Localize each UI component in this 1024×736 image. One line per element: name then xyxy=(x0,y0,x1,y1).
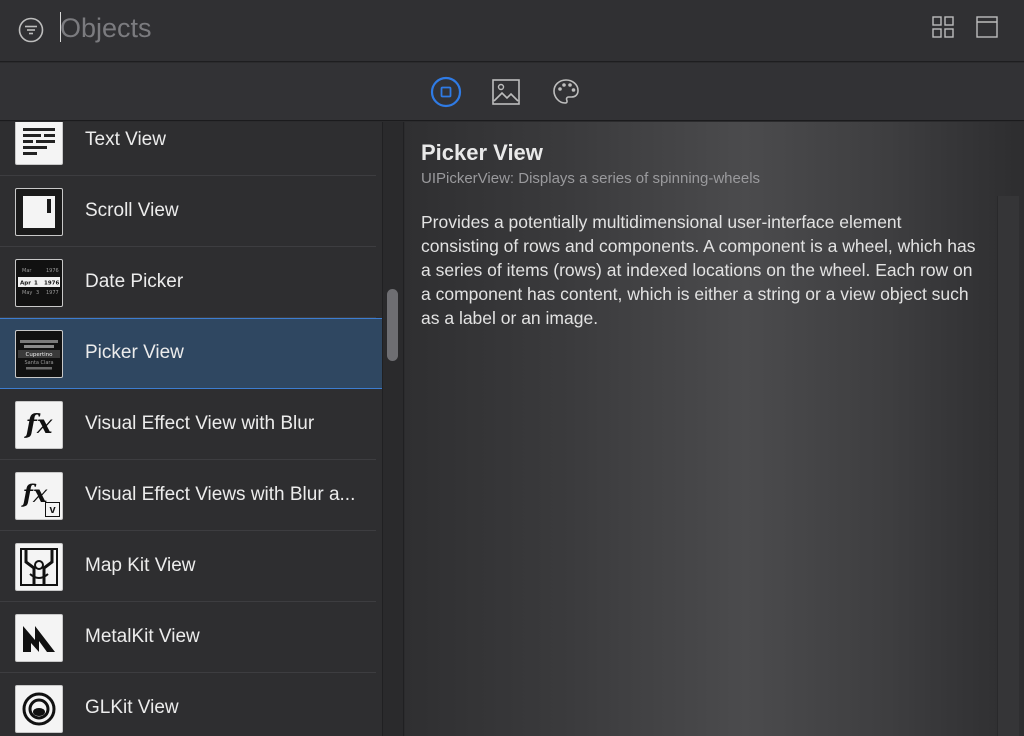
svg-text:1976: 1976 xyxy=(44,281,59,287)
image-icon xyxy=(492,79,520,105)
tab-media[interactable] xyxy=(490,76,522,108)
list-item[interactable]: Scroll View xyxy=(0,176,382,247)
object-list: Text View Scroll View Mar 1976 Apr 1 197… xyxy=(0,122,382,736)
filter-icon[interactable] xyxy=(18,17,44,43)
grid-view-icon[interactable] xyxy=(932,16,954,38)
window-icon[interactable] xyxy=(976,16,998,38)
detail-scrollbar[interactable] xyxy=(997,196,1019,736)
detail-pane: Picker View UIPickerView: Displays a ser… xyxy=(405,122,1024,736)
fx-icon: fx xyxy=(15,401,63,449)
list-item-label: MetalKit View xyxy=(85,626,200,647)
square-in-circle-icon xyxy=(430,76,462,108)
list-item[interactable]: Text View xyxy=(0,122,382,176)
fx-vibrancy-icon: fx v xyxy=(15,472,63,520)
detail-title: Picker View xyxy=(421,140,543,165)
list-item[interactable]: fx v Visual Effect Views with Blur a... xyxy=(0,460,382,531)
list-item[interactable]: MetalKit View xyxy=(0,602,382,673)
palette-icon xyxy=(553,79,579,104)
list-item[interactable]: fx Visual Effect View with Blur xyxy=(0,389,382,460)
list-item-label: Text View xyxy=(85,129,166,150)
svg-text:1977: 1977 xyxy=(46,290,59,296)
svg-text:3: 3 xyxy=(36,290,39,296)
svg-text:May: May xyxy=(22,290,32,296)
list-item[interactable]: Map Kit View xyxy=(0,531,382,602)
list-item[interactable]: GLKit View xyxy=(0,673,382,736)
map-icon xyxy=(15,543,63,591)
tab-colors[interactable] xyxy=(550,76,582,108)
list-item-selected[interactable]: Cupertino Santa Clara Picker View xyxy=(0,318,382,389)
picker-view-icon: Cupertino Santa Clara xyxy=(15,330,63,378)
list-item[interactable]: Mar 1976 Apr 1 1976 May 3 1977 Date Pick… xyxy=(0,247,382,318)
list-item-label: Visual Effect Views with Blur a... xyxy=(85,484,356,505)
text-view-icon xyxy=(15,122,63,165)
list-item-label: Visual Effect View with Blur xyxy=(85,413,315,434)
svg-text:1976: 1976 xyxy=(46,268,59,274)
svg-text:Mar: Mar xyxy=(22,268,32,274)
search-bar xyxy=(0,0,1024,62)
glkit-icon xyxy=(15,685,63,733)
list-item-label: Map Kit View xyxy=(85,555,196,576)
library-tabs xyxy=(0,63,1024,121)
tab-objects[interactable] xyxy=(430,76,462,108)
detail-subtitle: UIPickerView: Displays a series of spinn… xyxy=(421,170,761,187)
list-item-label: Picker View xyxy=(85,342,184,363)
list-scrollbar-track[interactable] xyxy=(382,122,404,736)
detail-description: Provides a potentially multidimensional … xyxy=(421,212,976,328)
metal-icon xyxy=(15,614,63,662)
svg-text:Apr: Apr xyxy=(20,281,31,287)
list-item-label: Scroll View xyxy=(85,200,179,221)
list-item-label: GLKit View xyxy=(85,697,179,718)
svg-text:1: 1 xyxy=(34,281,38,287)
date-picker-icon: Mar 1976 Apr 1 1976 May 3 1977 xyxy=(15,259,63,307)
search-input[interactable] xyxy=(60,10,860,46)
scroll-view-icon xyxy=(15,188,63,236)
svg-text:Cupertino: Cupertino xyxy=(26,352,54,358)
list-scrollbar-thumb[interactable] xyxy=(387,289,398,361)
svg-text:Santa Clara: Santa Clara xyxy=(24,360,53,366)
list-item-label: Date Picker xyxy=(85,271,184,292)
